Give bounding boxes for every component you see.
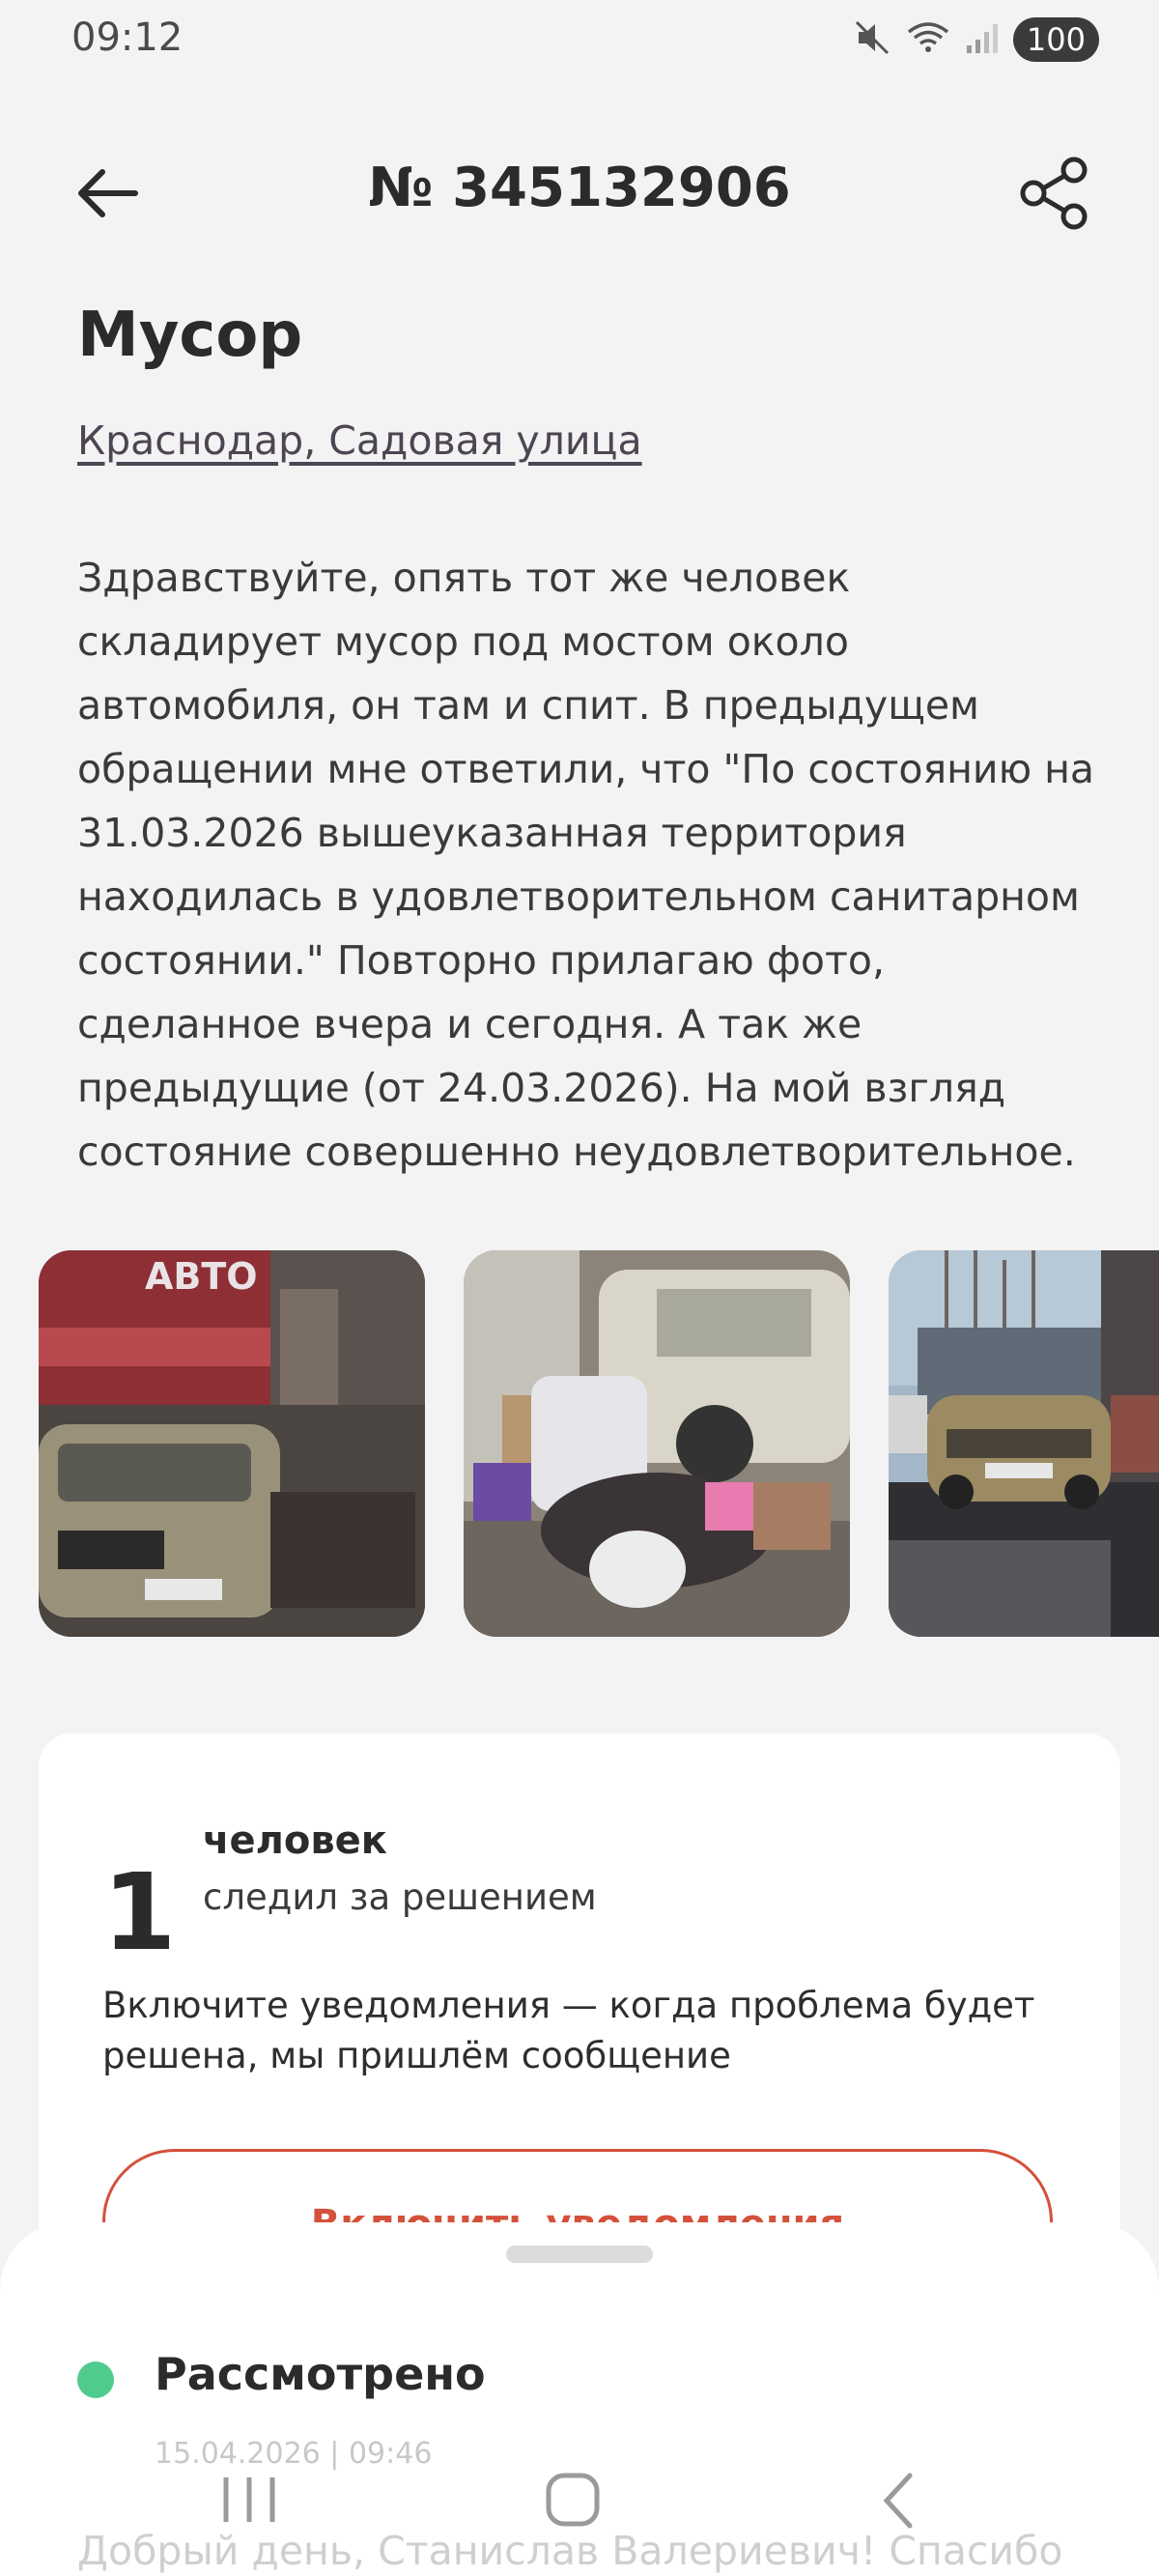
battery-indicator: 100 [1012,17,1099,62]
status-time: 09:12 [71,15,184,60]
photo-thumbnail[interactable]: АВТО [39,1250,425,1637]
status-title: Рассмотрено [155,2348,486,2400]
followers-sublabel: следил за решением [203,1876,597,1918]
photo-thumbnail[interactable] [889,1250,1159,1637]
issue-address-link[interactable]: Краснодар, Садовая улица [77,417,642,464]
followers-label: человек [203,1818,387,1863]
recent-apps-button[interactable] [211,2468,288,2535]
photo-gallery[interactable]: АВТО [39,1250,1159,1637]
signal-icon [965,18,1000,61]
issue-title: Мусор [77,300,303,371]
back-icon [883,2473,913,2529]
mute-icon [853,18,891,61]
ticket-number: № 345132906 [368,157,791,219]
notify-description: Включите уведомления — когда проблема бу… [102,1985,1035,2076]
status-indicator-dot [77,2361,114,2398]
share-icon [1020,157,1088,230]
status-icons: 100 [853,17,1099,62]
photo-thumbnail[interactable] [464,1250,850,1637]
system-nav-bar [0,2454,1159,2551]
home-button[interactable] [535,2468,612,2535]
share-button[interactable] [1014,153,1095,234]
wifi-icon [905,18,951,61]
status-bar: 09:12 100 [0,0,1159,81]
top-bar: № 345132906 [0,135,1159,251]
recent-apps-icon [223,2477,275,2522]
sheet-drag-handle[interactable] [506,2246,653,2263]
photo-sign-text: АВТО [145,1255,258,1298]
nav-back-button[interactable] [863,2468,941,2535]
home-icon [546,2473,600,2527]
followers-count: 1 [102,1850,177,1974]
issue-description: Здравствуйте, опять тот же человек склад… [77,555,1095,1175]
